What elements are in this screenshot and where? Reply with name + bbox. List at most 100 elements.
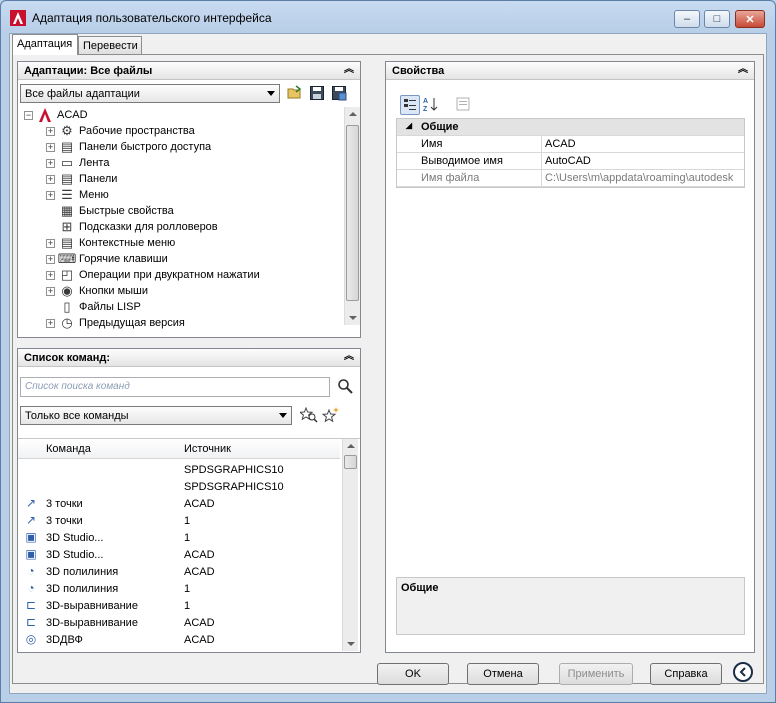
tab-transfer[interactable]: Перевести (78, 36, 142, 55)
command-row[interactable]: SPDSGRAPHICS10 (20, 461, 342, 478)
quick-properties-icon: ▦ (60, 203, 74, 218)
tree-item[interactable]: + ▤ Контекстные меню (46, 235, 175, 251)
apply-button[interactable]: Применить (559, 663, 633, 685)
save-icon[interactable] (308, 84, 326, 102)
command-row[interactable]: ⊏ 3D-выравнивание ACAD (20, 614, 342, 631)
command-row[interactable]: SPDSGRAPHICS10 (20, 478, 342, 495)
collapse-node-icon[interactable]: − (24, 110, 33, 120)
expand-node-icon[interactable]: + (46, 174, 55, 184)
help-button[interactable]: Справка (650, 663, 722, 685)
tree-scroll-thumb[interactable] (346, 125, 359, 301)
command-list-scrollbar[interactable] (342, 439, 358, 651)
tree-item[interactable]: + ⚙ Рабочие пространства (46, 123, 195, 139)
customization-file-dropdown-value: Все файлы адаптации (25, 88, 140, 100)
tree-item-label: Лента (79, 157, 110, 169)
tree-scrollbar[interactable] (344, 107, 360, 325)
minimize-button[interactable]: – (674, 10, 700, 28)
tree-item[interactable]: + ▤ Панели быстрого доступа (46, 139, 211, 155)
double-click-icon: ◰ (60, 267, 74, 282)
command-row[interactable]: ⊏ 3D-выравнивание 1 (20, 597, 342, 614)
tree-item[interactable]: + ◰ Операции при двукратном нажатии (46, 267, 260, 283)
rollover-tooltip-icon: ⊞ (61, 219, 73, 234)
command-row[interactable]: ▣ 3D Studio... 1 (20, 529, 342, 546)
keyboard-icon: ⌨ (57, 251, 77, 266)
open-file-icon[interactable] (286, 84, 304, 102)
tree-item-acad[interactable]: − ACAD (24, 107, 88, 123)
tab-page: Адаптации: Все файлы ︽ Все файлы адаптац… (12, 54, 764, 684)
collapse-icon[interactable]: ︽ (344, 352, 354, 362)
ok-button[interactable]: OK (377, 663, 449, 685)
svg-text:A: A (423, 98, 428, 105)
command-filter-dropdown[interactable]: Только все команды (20, 406, 292, 425)
expand-node-icon[interactable]: + (46, 190, 55, 200)
customizations-panel-header: Адаптации: Все файлы ︽ (18, 62, 360, 80)
property-value[interactable]: AutoCAD (542, 153, 744, 169)
sort-alphabetical-icon[interactable]: AZ (422, 95, 440, 113)
tree-item[interactable]: + ◷ Предыдущая версия (46, 315, 185, 331)
search-icon[interactable] (336, 377, 354, 395)
restore-button[interactable]: □ (704, 10, 730, 28)
expand-node-icon[interactable]: + (46, 126, 55, 136)
command-row[interactable]: ◔ 3D полилиния ACAD (20, 563, 342, 580)
categorized-icon[interactable] (400, 95, 420, 115)
column-header-source[interactable]: Источник (184, 443, 231, 455)
scroll-up-icon[interactable] (349, 112, 357, 116)
command-row[interactable]: ↗ 3 точки ACAD (20, 495, 342, 512)
command-list-header: Список команд: ︽ (18, 349, 360, 367)
tree-item[interactable]: ▦ Быстрые свойства (46, 203, 174, 219)
command-row[interactable]: ◎ 3DДВФ ACAD (20, 631, 342, 648)
property-group-row[interactable]: ◢ Общие (397, 119, 744, 136)
command-row[interactable]: ↗ 3 точки 1 (20, 512, 342, 529)
tree-item[interactable]: + ▭ Лента (46, 155, 109, 171)
tree-item[interactable]: + ⌨ Горячие клавиши (46, 251, 168, 267)
property-row-file-name[interactable]: Имя файла C:\Users\m\appdata\roaming\aut… (397, 170, 744, 187)
property-row-name[interactable]: Имя ACAD (397, 136, 744, 153)
expand-node-icon[interactable]: + (46, 286, 55, 296)
tree-item[interactable]: + ☰ Меню (46, 187, 109, 203)
customization-file-dropdown[interactable]: Все файлы адаптации (20, 84, 280, 103)
3dalign-icon: ⊏ (25, 597, 37, 612)
cancel-button[interactable]: Отмена (467, 663, 539, 685)
tree-item-label: Кнопки мыши (79, 285, 149, 297)
expand-node-icon[interactable]: + (46, 142, 55, 152)
command-search-input[interactable]: Список поиска команд (20, 377, 330, 397)
command-source: ACAD (184, 565, 215, 578)
command-name: 3 точки (46, 497, 83, 510)
property-value[interactable]: ACAD (542, 136, 744, 152)
expand-node-icon[interactable]: + (46, 238, 55, 248)
scroll-up-icon[interactable] (347, 444, 355, 448)
expand-node-icon[interactable]: + (46, 254, 55, 264)
tree-item[interactable]: + ▤ Панели (46, 171, 117, 187)
scroll-down-icon[interactable] (349, 316, 357, 320)
new-command-icon[interactable] (322, 406, 340, 424)
3ddwf-icon: ◎ (25, 631, 37, 646)
find-command-icon[interactable] (300, 406, 318, 424)
properties-title: Свойства (392, 65, 445, 77)
command-scroll-thumb[interactable] (344, 455, 357, 469)
save-as-icon[interactable] (330, 84, 348, 102)
column-header-command[interactable]: Команда (46, 443, 91, 455)
command-source: 1 (184, 514, 191, 527)
tree-item[interactable]: + ◉ Кнопки мыши (46, 283, 148, 299)
expand-node-icon[interactable]: + (46, 270, 55, 280)
expand-node-icon[interactable]: + (46, 158, 55, 168)
command-list: Команда Источник SPDSGRAPHICS10 SPDSGRAPH… (18, 438, 360, 653)
collapse-icon[interactable]: ︽ (738, 65, 748, 75)
3dalign-icon: ⊏ (25, 614, 37, 629)
expand-node-icon[interactable]: + (46, 318, 55, 328)
tab-customize[interactable]: Адаптация (12, 34, 78, 55)
title-bar[interactable]: Адаптация пользовательского интерфейса –… (1, 1, 775, 33)
property-row-display-name[interactable]: Выводимое имя AutoCAD (397, 153, 744, 170)
tree-item[interactable]: ⊞ Подсказки для ролловеров (46, 219, 218, 235)
collapse-icon[interactable]: ︽ (344, 65, 354, 75)
property-value: C:\Users\m\appdata\roaming\autodesk (545, 172, 734, 184)
collapse-panel-icon[interactable] (733, 662, 753, 682)
command-source: SPDSGRAPHICS10 (184, 480, 284, 493)
tree-item[interactable]: ▯ Файлы LISP (46, 299, 140, 315)
collapse-group-icon[interactable]: ◢ (397, 119, 421, 135)
close-button[interactable]: ✕ (735, 10, 765, 28)
scroll-down-icon[interactable] (347, 642, 355, 646)
tree-item-label: Рабочие пространства (79, 125, 195, 137)
command-row[interactable]: ◔ 3D полилиния 1 (20, 580, 342, 597)
command-row[interactable]: ▣ 3D Studio... ACAD (20, 546, 342, 563)
